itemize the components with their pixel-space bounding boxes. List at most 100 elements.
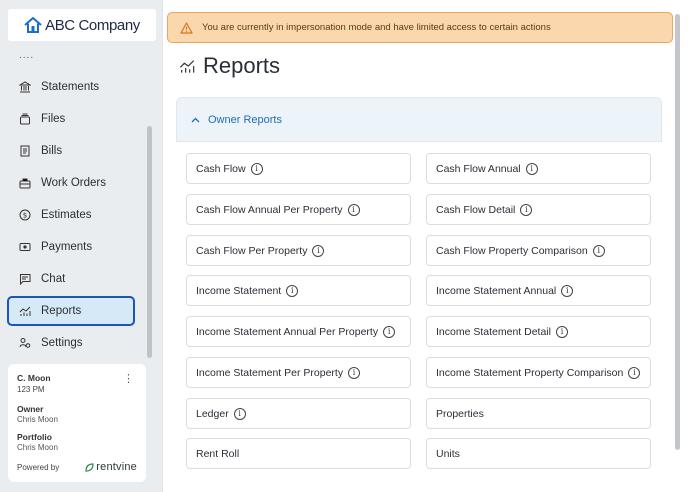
report-income-statement-per-property[interactable]: Income Statement Per Property i xyxy=(186,357,411,388)
warning-triangle-icon xyxy=(180,21,193,34)
powered-by-label: Powered by xyxy=(17,462,60,472)
sidebar-item-settings[interactable]: Settings xyxy=(7,328,135,358)
report-label: Units xyxy=(436,447,460,460)
sidebar-scrollbar[interactable] xyxy=(147,60,153,360)
report-cash-flow-per-property[interactable]: Cash Flow Per Property i xyxy=(186,235,411,266)
report-label: Cash Flow Annual Per Property xyxy=(196,203,343,216)
sidebar-scrollbar-thumb[interactable] xyxy=(147,126,152,358)
sidebar-item-label: Estimates xyxy=(41,209,92,221)
report-label: Rent Roll xyxy=(196,447,240,460)
sidebar-item-reports[interactable]: Reports xyxy=(7,296,135,326)
portfolio-value: Chris Moon xyxy=(17,443,58,452)
report-label: Cash Flow Annual xyxy=(436,162,521,175)
rentvine-logo: rentvine xyxy=(85,461,137,473)
sidebar-item-payments[interactable]: Payments xyxy=(7,232,135,262)
info-icon[interactable]: i xyxy=(525,162,538,175)
info-icon[interactable]: i xyxy=(555,325,568,338)
sidebar-item-label: Payments xyxy=(41,241,93,253)
sidebar-item-chat[interactable]: Chat xyxy=(7,264,135,294)
dollar-circle-icon: $ xyxy=(19,209,31,221)
reports-chart-icon xyxy=(19,305,31,317)
report-income-statement[interactable]: Income Statement i xyxy=(186,275,411,306)
sidebar: ABC Company .... Statements Files Bills xyxy=(0,0,162,492)
report-label: Ledger xyxy=(196,407,229,420)
sidebar-item-work-orders[interactable]: Work Orders xyxy=(7,168,135,198)
info-icon[interactable]: i xyxy=(628,366,641,379)
toolbox-icon xyxy=(19,177,31,189)
page-title: Reports xyxy=(179,52,280,80)
report-properties[interactable]: Properties xyxy=(426,398,651,429)
report-cash-flow-detail[interactable]: Cash Flow Detail i xyxy=(426,194,651,225)
sidebar-item-label: Settings xyxy=(41,337,83,349)
chat-icon xyxy=(19,273,31,285)
settings-people-icon xyxy=(19,337,31,349)
money-icon xyxy=(19,241,31,253)
section-title: Owner Reports xyxy=(208,113,282,126)
report-label: Income Statement Detail xyxy=(436,325,551,338)
owner-reports-section: Owner Reports Cash Flow i Cash Flow Annu… xyxy=(176,97,662,487)
role-label: Owner xyxy=(17,404,44,414)
report-label: Cash Flow Per Property xyxy=(196,244,308,257)
sidebar-item-bills[interactable]: Bills xyxy=(7,136,135,166)
main-scrollbar[interactable] xyxy=(675,14,680,450)
report-income-statement-property-comparison[interactable]: Income Statement Property Comparison i xyxy=(426,357,651,388)
report-cash-flow[interactable]: Cash Flow i xyxy=(186,153,411,184)
page-title-text: Reports xyxy=(203,53,281,78)
user-card: C. Moon 123 PM ⋮ Owner Chris Moon Portfo… xyxy=(8,364,146,482)
info-icon[interactable]: i xyxy=(383,325,396,338)
report-cash-flow-annual-per-property[interactable]: Cash Flow Annual Per Property i xyxy=(186,194,411,225)
sidebar-item-label: Files xyxy=(41,113,66,125)
report-income-statement-annual-per-property[interactable]: Income Statement Annual Per Property i xyxy=(186,316,411,347)
info-icon[interactable]: i xyxy=(250,162,263,175)
company-name: ABC Company xyxy=(45,16,140,34)
report-income-statement-annual[interactable]: Income Statement Annual i xyxy=(426,275,651,306)
sidebar-item-statements[interactable]: Statements xyxy=(7,72,135,102)
main-content: You are currently in impersonation mode … xyxy=(162,0,688,492)
powered-by: Powered by rentvine xyxy=(17,461,137,473)
svg-text:$: $ xyxy=(23,212,27,220)
sidebar-item-label: Statements xyxy=(41,81,100,93)
receipt-icon xyxy=(19,145,31,157)
info-icon[interactable]: i xyxy=(348,366,361,379)
impersonation-banner: You are currently in impersonation mode … xyxy=(167,12,673,43)
report-cash-flow-annual[interactable]: Cash Flow Annual i xyxy=(426,153,651,184)
sidebar-item-files[interactable]: Files xyxy=(7,104,135,134)
house-logo-icon xyxy=(24,17,42,33)
user-id: 123 PM xyxy=(17,385,45,394)
report-rent-roll[interactable]: Rent Roll xyxy=(186,438,411,469)
info-icon[interactable]: i xyxy=(286,284,299,297)
report-label: Income Statement Property Comparison xyxy=(436,366,624,379)
sidebar-item-label: Bills xyxy=(41,145,63,157)
bank-icon xyxy=(19,81,31,93)
reports-chart-icon xyxy=(179,60,195,73)
report-label: Cash Flow Property Comparison xyxy=(436,244,588,257)
kebab-menu-icon[interactable]: ⋮ xyxy=(123,372,134,385)
report-cash-flow-property-comparison[interactable]: Cash Flow Property Comparison i xyxy=(426,235,651,266)
info-icon[interactable]: i xyxy=(312,244,325,257)
sidebar-item-label: Reports xyxy=(41,305,82,317)
report-label: Income Statement xyxy=(196,284,282,297)
info-icon[interactable]: i xyxy=(520,203,533,216)
nav-overflow-indicator: .... xyxy=(19,50,35,61)
company-logo[interactable]: ABC Company xyxy=(8,9,156,41)
report-units[interactable]: Units xyxy=(426,438,651,469)
report-label: Income Statement Per Property xyxy=(196,366,344,379)
report-label: Properties xyxy=(436,407,484,420)
info-icon[interactable]: i xyxy=(561,284,574,297)
portfolio-label: Portfolio xyxy=(17,432,52,442)
info-icon[interactable]: i xyxy=(347,203,360,216)
report-ledger[interactable]: Ledger i xyxy=(186,398,411,429)
sidebar-item-label: Work Orders xyxy=(41,177,106,189)
sidebar-item-estimates[interactable]: $ Estimates xyxy=(7,200,135,230)
chevron-up-icon xyxy=(191,117,200,122)
info-icon[interactable]: i xyxy=(233,407,246,420)
report-income-statement-detail[interactable]: Income Statement Detail i xyxy=(426,316,651,347)
report-label: Income Statement Annual xyxy=(436,284,557,297)
report-label: Income Statement Annual Per Property xyxy=(196,325,379,338)
owner-reports-header[interactable]: Owner Reports xyxy=(176,97,662,142)
sidebar-nav: .... Statements Files Bills Work Orders xyxy=(0,48,154,360)
folder-stack-icon xyxy=(19,113,31,125)
info-icon[interactable]: i xyxy=(592,244,605,257)
banner-message: You are currently in impersonation mode … xyxy=(202,22,551,33)
rentvine-leaf-icon xyxy=(85,462,94,472)
